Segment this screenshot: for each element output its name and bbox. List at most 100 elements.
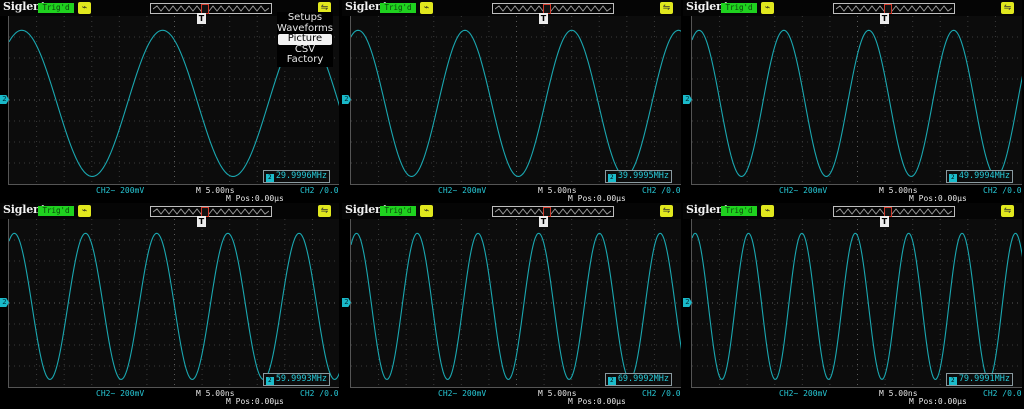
usb-icon: ⇋ bbox=[1001, 205, 1014, 217]
waveform-display: 2 69.9992MHz bbox=[350, 219, 681, 388]
channel2-scale: CH2~ 200mV bbox=[438, 389, 487, 398]
frequency-value: 79.9991MHz bbox=[958, 374, 1010, 384]
trigger-source: CH2 /0.0 bbox=[983, 389, 1022, 398]
trigger-mode-icon: ⌁ bbox=[78, 205, 91, 217]
timebase-wave-icon bbox=[836, 208, 952, 215]
scope-status-bar: Siglent Trig'd ⌁ ⇋ bbox=[342, 0, 681, 16]
trigger-position-marker: T bbox=[197, 216, 206, 227]
frequency-readout: 2 79.9991MHz bbox=[945, 373, 1013, 386]
trigger-mode-icon: ⌁ bbox=[420, 205, 433, 217]
scope-panel-5: Siglent Trig'd ⌁ ⇋ 2 69.9992MHz T 2 CH2~ … bbox=[342, 203, 681, 406]
frequency-readout: 2 49.9994MHz bbox=[945, 170, 1013, 183]
trigger-mode-icon: ⌁ bbox=[761, 2, 774, 14]
channel2-scale: CH2~ 200mV bbox=[96, 186, 145, 195]
frequency-readout: 2 59.9993MHz bbox=[262, 373, 330, 386]
save-type-menu: Setups Waveforms Picture CSV Factory bbox=[277, 12, 333, 67]
trigger-mode-icon: ⌁ bbox=[78, 2, 91, 14]
trigger-position-marker: T bbox=[197, 13, 206, 24]
trigger-source: CH2 /0.0 bbox=[983, 186, 1022, 195]
frequency-value: 29.9996MHz bbox=[275, 171, 327, 181]
menu-item-setups[interactable]: Setups bbox=[277, 12, 333, 24]
timebase-bar bbox=[492, 3, 614, 14]
main-position: M Pos:0.00μs bbox=[568, 194, 626, 203]
trigger-mode-icon: ⌁ bbox=[761, 205, 774, 217]
trigger-source: CH2 /0.0 bbox=[300, 186, 339, 195]
waveform-svg bbox=[692, 16, 1022, 184]
sine-waveform-trace bbox=[351, 232, 681, 380]
scope-panel-3: Siglent Trig'd ⌁ ⇋ 2 49.9994MHz T 2 CH2~ … bbox=[683, 0, 1022, 203]
trigger-source: CH2 /0.0 bbox=[642, 389, 681, 398]
timebase-wave-icon bbox=[153, 5, 269, 12]
channel2-scale: CH2~ 200mV bbox=[438, 186, 487, 195]
main-position: M Pos:0.00μs bbox=[226, 194, 284, 203]
scope-bottom-bar: CH2~ 200mV M 5.00ns CH2 /0.0 M Pos:0.00μ… bbox=[683, 387, 1022, 406]
usb-icon: ⇋ bbox=[660, 205, 673, 217]
frequency-value: 59.9993MHz bbox=[275, 374, 327, 384]
timebase-bar bbox=[833, 3, 955, 14]
measure-icon: 2 bbox=[265, 174, 274, 182]
measure-icon: 2 bbox=[607, 174, 616, 182]
trigger-status-badge: Trig'd bbox=[38, 3, 74, 13]
waveform-display: 2 39.9995MHz bbox=[350, 16, 681, 185]
waveform-display: 2 79.9991MHz bbox=[691, 219, 1022, 388]
menu-item-picture[interactable]: Picture bbox=[278, 33, 332, 45]
timebase-bar bbox=[833, 206, 955, 217]
channel2-scale: CH2~ 200mV bbox=[779, 389, 828, 398]
timebase-bar bbox=[492, 206, 614, 217]
channel2-scale: CH2~ 200mV bbox=[96, 389, 145, 398]
trigger-source: CH2 /0.0 bbox=[642, 186, 681, 195]
trigger-position-marker: T bbox=[880, 216, 889, 227]
scope-status-bar: Siglent Trig'd ⌁ ⇋ bbox=[0, 203, 339, 219]
measure-icon: 2 bbox=[265, 377, 274, 385]
sine-waveform-trace bbox=[9, 232, 339, 380]
frequency-readout: 2 69.9992MHz bbox=[604, 373, 672, 386]
usb-icon: ⇋ bbox=[318, 205, 331, 217]
waveform-svg bbox=[351, 16, 681, 184]
frequency-value: 69.9992MHz bbox=[617, 374, 669, 384]
scope-bottom-bar: CH2~ 200mV M 5.00ns CH2 /0.0 M Pos:0.00μ… bbox=[0, 184, 339, 203]
sine-waveform-trace bbox=[692, 29, 1022, 177]
scope-status-bar: Siglent Trig'd ⌁ ⇋ bbox=[683, 203, 1022, 219]
trigger-position-marker: T bbox=[539, 13, 548, 24]
timebase-wave-icon bbox=[153, 208, 269, 215]
timebase-wave-icon bbox=[836, 5, 952, 12]
waveform-display: 2 49.9994MHz bbox=[691, 16, 1022, 185]
timebase-wave-icon bbox=[495, 5, 611, 12]
waveform-display: 2 59.9993MHz bbox=[8, 219, 339, 388]
frequency-readout: 2 29.9996MHz bbox=[262, 170, 330, 183]
sine-waveform-trace bbox=[351, 29, 681, 177]
scope-bottom-bar: CH2~ 200mV M 5.00ns CH2 /0.0 M Pos:0.00μ… bbox=[0, 387, 339, 406]
measure-icon: 2 bbox=[948, 174, 957, 182]
waveform-svg bbox=[692, 219, 1022, 387]
scope-status-bar: Siglent Trig'd ⌁ ⇋ bbox=[342, 203, 681, 219]
menu-item-factory[interactable]: Factory bbox=[277, 54, 333, 66]
frequency-value: 49.9994MHz bbox=[958, 171, 1010, 181]
scope-bottom-bar: CH2~ 200mV M 5.00ns CH2 /0.0 M Pos:0.00μ… bbox=[683, 184, 1022, 203]
trigger-status-badge: Trig'd bbox=[380, 3, 416, 13]
scope-bottom-bar: CH2~ 200mV M 5.00ns CH2 /0.0 M Pos:0.00μ… bbox=[342, 387, 681, 406]
measure-icon: 2 bbox=[607, 377, 616, 385]
trigger-status-badge: Trig'd bbox=[721, 206, 757, 216]
scope-panel-2: Siglent Trig'd ⌁ ⇋ 2 39.9995MHz T 2 CH2~ … bbox=[342, 0, 681, 203]
trigger-source: CH2 /0.0 bbox=[300, 389, 339, 398]
main-position: M Pos:0.00μs bbox=[568, 397, 626, 406]
scope-status-bar: Siglent Trig'd ⌁ ⇋ bbox=[683, 0, 1022, 16]
scope-panel-4: Siglent Trig'd ⌁ ⇋ 2 59.9993MHz T 2 CH2~ … bbox=[0, 203, 339, 406]
waveform-svg bbox=[351, 219, 681, 387]
measure-icon: 2 bbox=[948, 377, 957, 385]
waveform-svg bbox=[9, 219, 339, 387]
usb-icon: ⇋ bbox=[1001, 2, 1014, 14]
trigger-mode-icon: ⌁ bbox=[420, 2, 433, 14]
frequency-value: 39.9995MHz bbox=[617, 171, 669, 181]
trigger-position-marker: T bbox=[880, 13, 889, 24]
channel2-scale: CH2~ 200mV bbox=[779, 186, 828, 195]
timebase-bar bbox=[150, 206, 272, 217]
trigger-status-badge: Trig'd bbox=[38, 206, 74, 216]
scope-panel-1: Siglent Trig'd ⌁ ⇋ 2 29.9996MHz T 2 CH2~ … bbox=[0, 0, 339, 203]
trigger-position-marker: T bbox=[539, 216, 548, 227]
main-position: M Pos:0.00μs bbox=[909, 194, 967, 203]
main-position: M Pos:0.00μs bbox=[226, 397, 284, 406]
sine-waveform-trace bbox=[692, 232, 1022, 381]
trigger-status-badge: Trig'd bbox=[380, 206, 416, 216]
scope-panel-6: Siglent Trig'd ⌁ ⇋ 2 79.9991MHz T 2 CH2~ … bbox=[683, 203, 1022, 406]
